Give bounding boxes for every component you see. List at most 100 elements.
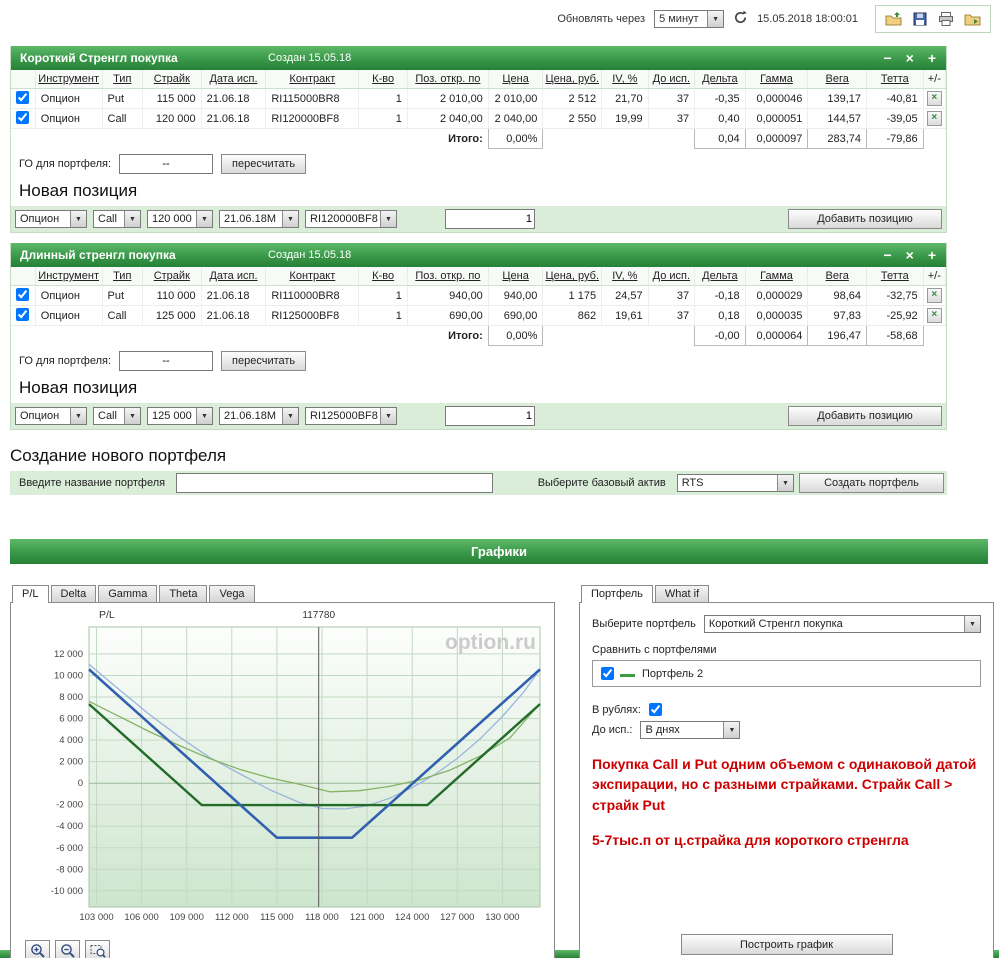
tab-gamma[interactable]: Gamma <box>98 585 158 603</box>
np-contract-select[interactable]: RI120000BF8 ▼ <box>305 210 397 228</box>
add-icon[interactable]: + <box>928 248 936 262</box>
column-header[interactable]: IV, % <box>601 70 649 89</box>
recalculate-button[interactable]: пересчитать <box>221 154 307 174</box>
rub-checkbox[interactable] <box>648 703 662 716</box>
portfolio-name-input[interactable] <box>176 473 493 493</box>
column-header[interactable]: К-во <box>358 267 408 286</box>
save-icon[interactable] <box>912 11 928 27</box>
print-icon[interactable] <box>938 11 954 27</box>
np-expiry-select[interactable]: 21.06.18М ▼ <box>219 210 299 228</box>
np-quantity-input[interactable] <box>445 406 535 426</box>
svg-text:P/L: P/L <box>99 609 115 621</box>
column-header[interactable]: Цена, руб. <box>542 267 603 286</box>
column-header[interactable]: Дата исп. <box>201 70 267 89</box>
column-header[interactable]: Дельта <box>694 70 746 89</box>
minimize-icon[interactable]: − <box>883 248 891 262</box>
np-strike-select[interactable]: 120 000 ▼ <box>147 210 213 228</box>
column-header[interactable]: Тетта <box>866 267 924 286</box>
zoom-out-button[interactable] <box>55 940 80 958</box>
column-header[interactable]: Гамма <box>745 267 809 286</box>
column-header[interactable]: Контракт <box>265 70 360 89</box>
compare-item[interactable]: Портфель 2 <box>601 667 703 680</box>
tab-pl[interactable]: P/L <box>12 585 49 603</box>
column-header[interactable]: IV, % <box>601 267 649 286</box>
np-type-select[interactable]: Call ▼ <box>93 407 141 425</box>
minimize-icon[interactable]: − <box>883 51 891 65</box>
np-type-select[interactable]: Call ▼ <box>93 210 141 228</box>
zoom-in-button[interactable] <box>25 940 50 958</box>
position-checkbox[interactable] <box>16 90 30 104</box>
column-header[interactable]: Вега <box>807 70 868 89</box>
close-icon[interactable]: × <box>906 248 914 262</box>
np-strike-select[interactable]: 125 000 ▼ <box>147 407 213 425</box>
tab-delta[interactable]: Delta <box>50 585 97 603</box>
chart-left-column: P/L Delta Gamma Theta Vega 103 000 106 00… <box>10 584 555 958</box>
column-header[interactable]: Тип <box>102 267 143 286</box>
go-input[interactable] <box>119 351 214 371</box>
zoom-area-button[interactable] <box>85 940 110 958</box>
tab-vega[interactable]: Vega <box>209 585 255 603</box>
base-asset-select[interactable]: RTS ▼ <box>676 474 794 492</box>
file-toolbar <box>875 5 991 33</box>
update-interval-select[interactable]: 5 минут ▼ <box>654 10 725 28</box>
column-header[interactable]: К-во <box>358 70 408 89</box>
tab-what-if[interactable]: What if <box>654 585 710 603</box>
tab-portfolio[interactable]: Портфель <box>581 585 653 603</box>
delete-position-button[interactable]: × <box>926 91 942 106</box>
delete-position-button[interactable]: × <box>926 288 942 303</box>
column-header[interactable]: Страйк <box>142 70 202 89</box>
delete-position-button[interactable]: × <box>926 308 942 323</box>
np-expiry-select[interactable]: 21.06.18М ▼ <box>219 407 299 425</box>
build-chart-button[interactable]: Построить график <box>680 934 893 955</box>
np-contract-select[interactable]: RI125000BF8 ▼ <box>305 407 397 425</box>
open-icon[interactable] <box>885 11 902 27</box>
add-position-button[interactable]: Добавить позицию <box>788 406 942 426</box>
delete-position-button[interactable]: × <box>926 111 942 126</box>
create-portfolio-button[interactable]: Создать портфель <box>798 473 944 493</box>
position-checkbox[interactable] <box>16 110 30 124</box>
portfolio-select[interactable]: Короткий Стренгл покупка ▼ <box>703 615 981 633</box>
chart-tabs: P/L Delta Gamma Theta Vega <box>10 584 555 603</box>
go-input[interactable] <box>119 154 214 174</box>
cell-delete: × <box>923 88 947 109</box>
column-header[interactable]: Страйк <box>142 267 202 286</box>
tab-theta[interactable]: Theta <box>159 585 208 603</box>
column-header[interactable]: Вега <box>807 267 868 286</box>
column-header[interactable]: Дата исп. <box>201 267 267 286</box>
column-header[interactable]: +/- <box>923 70 947 89</box>
recalculate-button[interactable]: пересчитать <box>221 351 307 371</box>
column-header[interactable]: Контракт <box>265 267 360 286</box>
window-controls: − × + <box>883 51 946 65</box>
column-header[interactable]: Цена <box>488 267 544 286</box>
svg-text:0: 0 <box>78 778 83 789</box>
cell-contract: RI110000BR8 <box>265 285 360 306</box>
position-checkbox[interactable] <box>16 287 30 301</box>
refresh-icon[interactable] <box>733 10 748 28</box>
compare-checkbox[interactable] <box>601 667 614 680</box>
np-quantity-input[interactable] <box>445 209 535 229</box>
add-icon[interactable]: + <box>928 51 936 65</box>
np-instrument-select[interactable]: Опцион ▼ <box>15 210 87 228</box>
column-header[interactable]: До исп. <box>648 267 696 286</box>
np-instrument-select[interactable]: Опцион ▼ <box>15 407 87 425</box>
column-header[interactable]: Тетта <box>866 70 924 89</box>
column-header[interactable]: Инструмент <box>35 70 103 89</box>
column-header[interactable]: Цена <box>488 70 544 89</box>
add-position-button[interactable]: Добавить позицию <box>788 209 942 229</box>
column-header[interactable]: +/- <box>923 267 947 286</box>
column-header[interactable]: Инструмент <box>35 267 103 286</box>
export-icon[interactable] <box>964 11 981 27</box>
column-header[interactable]: Поз. откр. по <box>407 70 489 89</box>
column-header[interactable]: До исп. <box>648 70 696 89</box>
column-header[interactable]: Цена, руб. <box>542 70 603 89</box>
days-select[interactable]: В днях ▼ <box>640 721 741 739</box>
cell-gamma: 0,000035 <box>745 305 809 326</box>
column-header[interactable]: Поз. откр. по <box>407 267 489 286</box>
column-header[interactable]: Дельта <box>694 267 746 286</box>
position-checkbox[interactable] <box>16 307 30 321</box>
column-header[interactable]: Тип <box>102 70 143 89</box>
column-header[interactable]: Гамма <box>745 70 809 89</box>
close-icon[interactable]: × <box>906 51 914 65</box>
totals-vega: 283,74 <box>807 128 868 149</box>
